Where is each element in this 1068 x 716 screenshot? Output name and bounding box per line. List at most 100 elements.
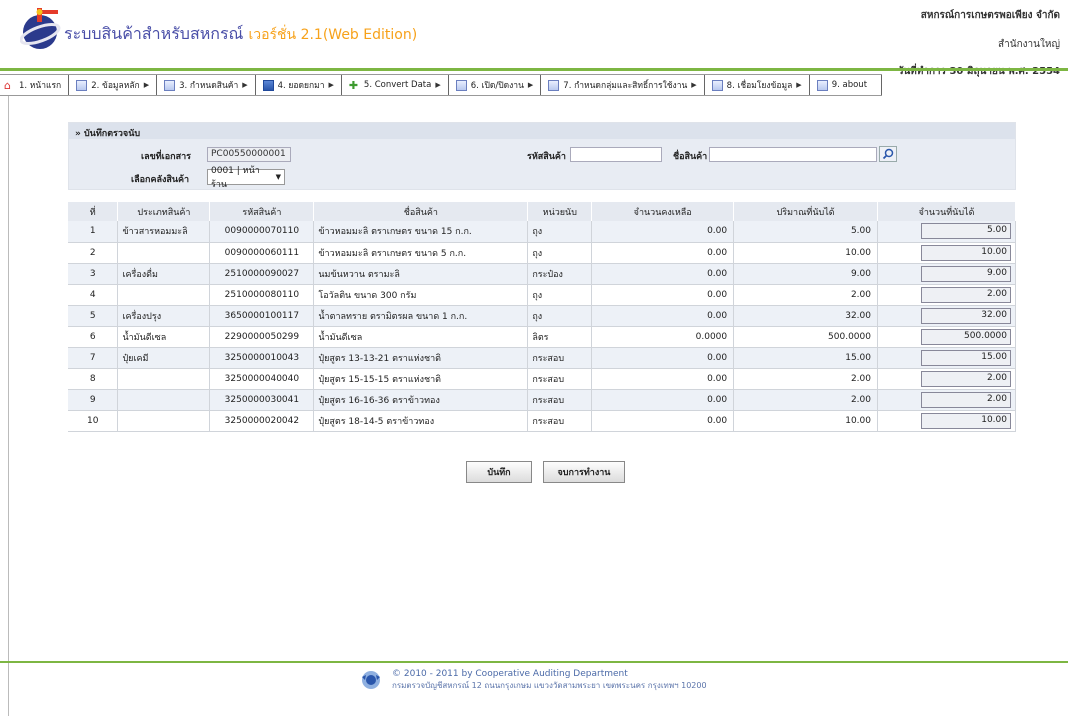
menu-item-define-products[interactable]: 3. กำหนดสินค้า ▶ [157, 75, 256, 95]
cell-name: น้ำมันดีเซล [313, 326, 529, 348]
table-row: 2 0090000060111 ข้าวหอมมะลิ ตราเกษตร ขนาด … [68, 242, 1016, 264]
counted-qty-input[interactable]: 2.00 [921, 370, 1011, 387]
cell-balance: 0.00 [591, 389, 735, 411]
menu-item-data-link[interactable]: 8. เชื่อมโยงข้อมูล ▶ [705, 75, 810, 95]
col-header-counted-input: จำนวนที่นับได้ [877, 202, 1016, 221]
table-row: 6 น้ำมันดีเซล 2290000050299 น้ำมันดีเซล ลิตร… [68, 326, 1016, 348]
app-title-text: ระบบสินค้าสำหรับสหกรณ์ [64, 24, 244, 43]
cell-counted-input: 2.00 [877, 389, 1016, 411]
counted-qty-input[interactable]: 500.0000 [921, 328, 1011, 345]
cell-unit: ถุง [527, 242, 593, 264]
cell-balance: 0.00 [591, 410, 735, 432]
counted-qty-input[interactable]: 9.00 [921, 265, 1011, 282]
product-name-input[interactable] [709, 147, 877, 162]
footer: © 2010 - 2011 by Cooperative Auditing De… [360, 666, 707, 694]
cell-no: 6 [68, 326, 119, 348]
counted-qty-input[interactable]: 5.00 [921, 223, 1011, 240]
branch-name: สำนักงานใหญ่ [998, 39, 1060, 50]
cell-type [117, 242, 211, 264]
warehouse-selected: 0001 | หน้าร้าน [211, 166, 260, 190]
checklist-icon [816, 79, 828, 91]
product-code-input[interactable] [570, 147, 662, 162]
col-header-unit: หน่วยนับ [527, 202, 593, 221]
menu-label: 7. กำหนดกลุ่มและสิทธิ์การใช้งาน [563, 81, 688, 91]
table-row: 4 2510000080110 โอวัลติน ขนาด 300 กรัม ถุง 0… [68, 284, 1016, 306]
app-title: ระบบสินค้าสำหรับสหกรณ์ เวอร์ชั่น 2.1(Web… [64, 22, 417, 47]
counted-qty-input[interactable]: 2.00 [921, 286, 1011, 303]
stock-count-form: » บันทึกตรวจนับ เลขที่เอกสาร PC005500000… [68, 122, 1016, 190]
menu-item-master-data[interactable]: 2. ข้อมูลหลัก ▶ [69, 75, 158, 95]
cell-balance: 0.00 [591, 305, 735, 327]
col-header-balance: จำนวนคงเหลือ [591, 202, 735, 221]
doc-no-field[interactable]: PC00550000001 [207, 147, 291, 162]
table-row: 5 เครื่องปรุง 3650000100117 น้ำตาลทราย ตราม… [68, 305, 1016, 327]
cell-counted-qty: 32.00 [733, 305, 878, 327]
finish-button[interactable]: จบการทำงาน [543, 461, 625, 483]
submenu-arrow-icon: ▶ [143, 81, 150, 89]
counted-qty-input[interactable]: 10.00 [921, 244, 1011, 261]
menu-label: 1. หน้าแรก [19, 81, 62, 91]
cell-counted-input: 2.00 [877, 284, 1016, 306]
table-row: 8 3250000040040 ปุ๋ยสูตร 15-15-15 ตราแห่งช… [68, 368, 1016, 390]
cell-name: ข้าวหอมมะลิ ตราเกษตร ขนาด 5 ก.ก. [313, 242, 529, 264]
cell-balance: 0.00 [591, 368, 735, 390]
cell-no: 5 [68, 305, 119, 327]
footer-text: © 2010 - 2011 by Cooperative Auditing De… [392, 669, 707, 691]
menu-item-groups-permissions[interactable]: 7. กำหนดกลุ่มและสิทธิ์การใช้งาน ▶ [541, 75, 705, 95]
cell-counted-qty: 500.0000 [733, 326, 878, 348]
cell-no: 4 [68, 284, 119, 306]
menu-item-about[interactable]: 9. about [810, 75, 883, 95]
submenu-arrow-icon: ▶ [435, 81, 441, 89]
save-button[interactable]: บันทึก [466, 461, 532, 483]
menu-item-home[interactable]: ⌂ 1. หน้าแรก [0, 75, 70, 95]
submenu-arrow-icon: ▶ [796, 81, 802, 89]
cell-name: ปุ๋ยสูตร 18-14-5 ตราข้าวทอง [313, 410, 529, 432]
cell-counted-qty: 9.00 [733, 263, 878, 285]
checklist-icon [455, 79, 467, 91]
col-header-no: ที่ [68, 202, 119, 221]
menu-label: 9. about [831, 80, 868, 90]
counted-qty-input[interactable]: 32.00 [921, 307, 1011, 324]
menu-item-opening-balance[interactable]: 4. ยอดยกมา ▶ [256, 75, 342, 95]
menu-label: 6. เปิด/ปิดงาน [470, 81, 524, 91]
org-name: สหกรณ์การเกษตรพอเพียง จำกัด [920, 10, 1060, 21]
menu-item-open-close-work[interactable]: 6. เปิด/ปิดงาน ▶ [449, 75, 542, 95]
cell-unit: กระป๋อง [527, 263, 593, 285]
submenu-arrow-icon: ▶ [691, 81, 697, 89]
cell-code: 3650000100117 [209, 305, 315, 327]
cell-unit: ถุง [527, 284, 593, 306]
cell-no: 10 [68, 410, 119, 432]
counted-qty-input[interactable]: 15.00 [921, 349, 1011, 366]
page-border [8, 96, 9, 716]
cell-counted-input: 500.0000 [877, 326, 1016, 348]
warehouse-label: เลือกคลังสินค้า [131, 175, 190, 185]
col-header-code: รหัสสินค้า [209, 202, 315, 221]
cell-counted-qty: 10.00 [733, 410, 878, 432]
cell-name: ปุ๋ยสูตร 16-16-36 ตราข้าวทอง [313, 389, 529, 411]
cell-type [117, 284, 211, 306]
home-icon: ⌂ [4, 78, 11, 92]
search-button[interactable] [879, 146, 897, 162]
counted-qty-input[interactable]: 10.00 [921, 412, 1011, 429]
menu-item-convert-data[interactable]: ✚ 5. Convert Data ▶ [342, 75, 449, 95]
counted-qty-input[interactable]: 2.00 [921, 391, 1011, 408]
cell-counted-qty: 10.00 [733, 242, 878, 264]
cell-name: ปุ๋ยสูตร 15-15-15 ตราแห่งชาติ [313, 368, 529, 390]
cell-balance: 0.00 [591, 263, 735, 285]
cell-name: นมข้นหวาน ตรามะลิ [313, 263, 529, 285]
submenu-arrow-icon: ▶ [242, 81, 248, 89]
cell-counted-qty: 15.00 [733, 347, 878, 369]
calendar-icon [262, 79, 274, 91]
cell-no: 2 [68, 242, 119, 264]
cell-type: ข้าวสารหอมมะลิ [117, 221, 211, 243]
cell-name: ข้าวหอมมะลิ ตราเกษตร ขนาด 15 ก.ก. [313, 221, 529, 243]
warehouse-select[interactable]: 0001 | หน้าร้าน ▼ [207, 166, 285, 190]
submenu-arrow-icon: ▶ [527, 81, 534, 89]
cell-code: 0090000060111 [209, 242, 315, 264]
cell-code: 3250000010043 [209, 347, 315, 369]
footer-copyright: © 2010 - 2011 by Cooperative Auditing De… [392, 669, 628, 679]
cell-counted-input: 9.00 [877, 263, 1016, 285]
cell-counted-qty: 2.00 [733, 284, 878, 306]
cell-no: 1 [68, 221, 119, 243]
doc-no-label: เลขที่เอกสาร [141, 152, 191, 162]
